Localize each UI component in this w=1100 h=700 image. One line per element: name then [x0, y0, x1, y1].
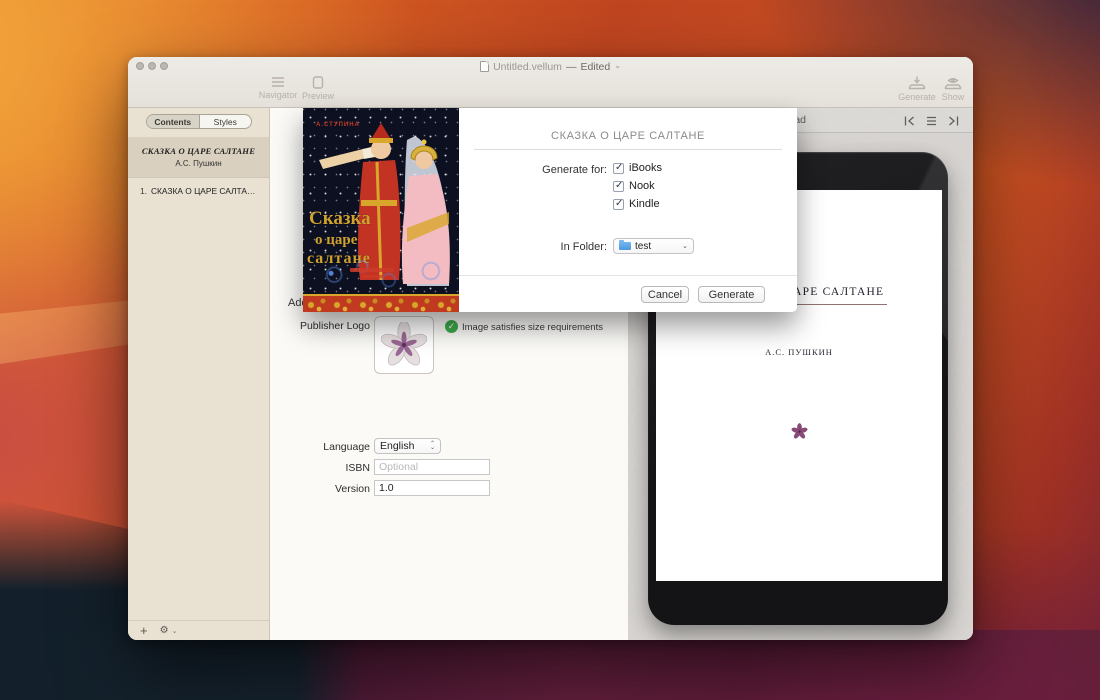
chevron-down-icon: ⌄ [614, 61, 621, 70]
sidebar-footer: + ⚙ ⌄ [128, 620, 269, 640]
logo-status-text: Image satisfies size requirements [462, 322, 603, 333]
vellum-window: Untitled.vellum — Edited ⌄ Navigator Pre… [128, 57, 973, 640]
cover-ornament-border [303, 294, 459, 312]
checkbox-ibooks-label: iBooks [629, 162, 662, 174]
folder-icon [619, 242, 631, 250]
popup-chevron-icon: ⌄ [682, 242, 688, 250]
document-name: Untitled.vellum [493, 61, 562, 73]
sidebar-chapter-item[interactable]: 1. СКАЗКА О ЦАРЕ САЛТА… [140, 186, 265, 196]
first-page-icon[interactable] [903, 115, 916, 127]
folder-value: test [635, 241, 651, 252]
platform-row-nook: Nook [613, 180, 655, 192]
generate-sheet: А.СТУПИНА Сказка [303, 108, 797, 312]
sheet-title-rule [474, 149, 782, 150]
preview-icon [312, 76, 324, 89]
show-label-toolbar: Show [942, 92, 965, 102]
preview-nav-icons [903, 108, 960, 133]
sidebar-book-author: А.С. Пушкин [175, 159, 221, 168]
version-field[interactable] [374, 480, 490, 496]
cover-caption-mark [350, 268, 394, 272]
last-page-icon[interactable] [947, 115, 960, 127]
document-icon [480, 61, 489, 72]
show-button-toolbar[interactable]: Show [925, 76, 973, 102]
in-folder-label: In Folder: [459, 241, 607, 253]
book-cover-image: А.СТУПИНА Сказка [303, 108, 459, 312]
desktop: Untitled.vellum — Edited ⌄ Navigator Pre… [0, 0, 1100, 700]
isbn-label: ISBN [260, 462, 370, 474]
publisher-logo-well[interactable] [374, 316, 434, 374]
language-popup[interactable]: English ⌃⌄ [374, 438, 441, 454]
checkbox-nook[interactable] [613, 181, 624, 192]
publisher-logo-flower [381, 322, 427, 368]
publisher-logo-label: Publisher Logo [278, 320, 370, 332]
navigator-icon [270, 76, 286, 88]
tab-contents[interactable]: Contents [147, 115, 200, 128]
gear-chevron-icon: ⌄ [172, 627, 178, 635]
sidebar-book-title: СКАЗКА О ЦАРЕ САЛТАНЕ [142, 146, 255, 156]
cancel-button[interactable]: Cancel [641, 286, 689, 303]
language-label: Language [260, 441, 370, 453]
generate-for-label: Generate for: [459, 164, 607, 176]
platform-row-kindle: Kindle [613, 198, 660, 210]
titlebar: Untitled.vellum — Edited ⌄ [128, 59, 973, 74]
add-chapter-icon[interactable]: + [140, 624, 148, 637]
show-icon [942, 76, 964, 90]
page-author: А.С. ПУШКИН [765, 347, 833, 357]
language-value: English [380, 440, 430, 452]
checkbox-ibooks[interactable] [613, 163, 624, 174]
sheet-controls: СКАЗКА О ЦАРЕ САЛТАНЕ Generate for: iBoo… [459, 108, 797, 312]
sidebar: Contents Styles СКАЗКА О ЦАРЕ САЛТАНЕ А.… [128, 108, 270, 640]
checkbox-kindle[interactable] [613, 199, 624, 210]
gear-icon[interactable]: ⚙ [160, 625, 169, 636]
cover-title-line1: Сказка [309, 208, 371, 230]
cover-caption-mark2 [362, 275, 384, 278]
version-label: Version [260, 483, 370, 495]
page-list-icon[interactable] [925, 115, 938, 127]
preview-button[interactable]: Preview [290, 76, 346, 101]
edited-state[interactable]: Edited [580, 61, 610, 73]
page-ornament-flower [791, 423, 808, 440]
sidebar-book-header[interactable]: СКАЗКА О ЦАРЕ САЛТАНЕ А.С. Пушкин [128, 137, 269, 178]
folder-popup[interactable]: test ⌄ [613, 238, 694, 254]
tab-styles[interactable]: Styles [200, 115, 252, 128]
chapter-title: СКАЗКА О ЦАРЕ САЛТА… [151, 186, 255, 196]
window-chrome: Untitled.vellum — Edited ⌄ Navigator Pre… [128, 57, 973, 108]
platform-row-ibooks: iBooks [613, 162, 662, 174]
preview-label: Preview [302, 91, 334, 101]
sidebar-tabs: Contents Styles [146, 114, 252, 129]
isbn-field[interactable] [374, 459, 490, 475]
generate-button[interactable]: Generate [698, 286, 765, 303]
checkbox-kindle-label: Kindle [629, 198, 660, 210]
sheet-divider [459, 275, 797, 276]
sheet-title: СКАЗКА О ЦАРЕ САЛТАНЕ [459, 130, 797, 142]
check-circle-icon: ✓ [445, 320, 458, 333]
cover-title-line2: о царе [315, 232, 357, 249]
title-separator: — [566, 61, 577, 73]
updown-chevrons-icon: ⌃⌄ [430, 442, 435, 450]
checkbox-nook-label: Nook [629, 180, 655, 192]
chapter-number: 1. [140, 186, 147, 196]
